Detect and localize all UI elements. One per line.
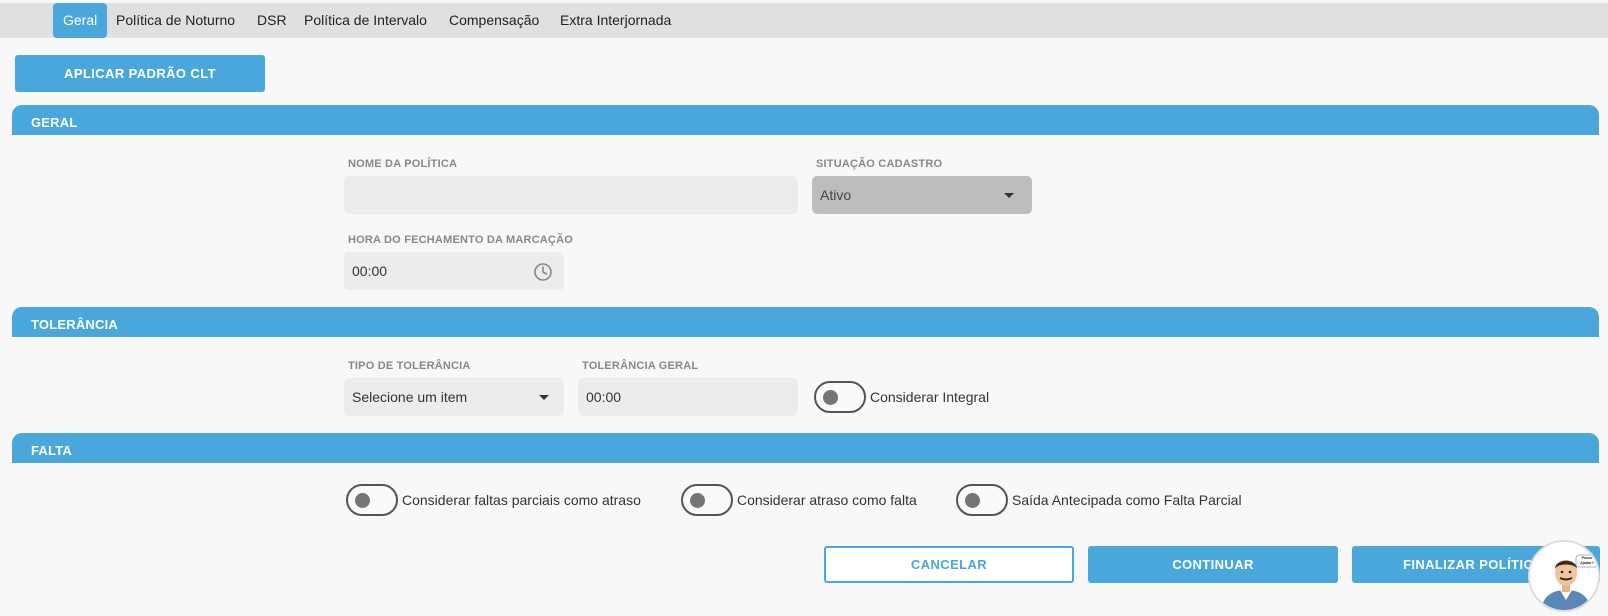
tolerance-type-value: Selecione um item — [352, 389, 468, 405]
status-label: SITUAÇÃO CADASTRO — [816, 158, 943, 170]
toggle-knob — [965, 493, 980, 508]
closing-hour-label: HORA DO FECHAMENTO DA MARCAÇÃO — [348, 234, 573, 246]
delay-as-absence-toggle[interactable] — [681, 484, 733, 516]
policy-name-label: NOME DA POLÍTICA — [348, 158, 458, 170]
consider-integral-label: Considerar Integral — [870, 389, 990, 405]
closing-hour-input[interactable]: 00:00 — [344, 252, 564, 290]
delay-as-absence-label: Considerar atraso como falta — [737, 492, 917, 508]
section-title: FALTA — [31, 443, 72, 458]
tab-bar: Geral Política de Noturno DSR Política d… — [0, 3, 1608, 38]
general-tolerance-input[interactable]: 00:00 — [578, 378, 798, 416]
general-tolerance-label: TOLERÂNCIA GERAL — [582, 360, 699, 372]
section-header-tolerancia: TOLERÂNCIA — [12, 307, 1599, 337]
assistant-illustration — [1530, 542, 1598, 610]
help-assistant-avatar[interactable]: Posso Ajudar? — [1528, 540, 1600, 612]
section-title: TOLERÂNCIA — [31, 317, 118, 332]
tab-geral[interactable]: Geral — [53, 3, 108, 38]
partial-absence-as-delay-toggle[interactable] — [346, 484, 398, 516]
status-value: Ativo — [820, 187, 852, 203]
tab-dsr[interactable]: DSR — [257, 3, 287, 38]
section-title: GERAL — [31, 115, 78, 130]
clock-icon[interactable] — [533, 262, 553, 282]
section-header-geral: GERAL — [12, 105, 1599, 135]
early-exit-partial-absence-toggle[interactable] — [956, 484, 1008, 516]
status-select[interactable]: Ativo — [812, 176, 1032, 214]
toggle-knob — [355, 493, 370, 508]
early-exit-partial-absence-label: Saída Antecipada como Falta Parcial — [1012, 492, 1242, 508]
continue-button[interactable]: CONTINUAR — [1088, 546, 1338, 583]
tab-compensacao[interactable]: Compensação — [449, 3, 539, 38]
tolerance-type-label: TIPO DE TOLERÂNCIA — [348, 360, 471, 372]
consider-integral-toggle[interactable] — [814, 381, 866, 413]
section-header-falta: FALTA — [12, 433, 1599, 463]
tab-politica-noturno[interactable]: Política de Noturno — [116, 3, 235, 38]
apply-clt-button[interactable]: APLICAR PADRÃO CLT — [15, 55, 265, 92]
closing-hour-value: 00:00 — [352, 263, 388, 279]
tolerance-type-select[interactable]: Selecione um item — [344, 378, 564, 416]
tab-politica-intervalo[interactable]: Política de Intervalo — [304, 3, 427, 38]
chevron-down-icon — [1004, 193, 1014, 198]
partial-absence-as-delay-label: Considerar faltas parciais como atraso — [402, 492, 641, 508]
assistant-bubble-text: Posso Ajudar? — [1580, 556, 1594, 565]
cancel-button[interactable]: CANCELAR — [824, 546, 1074, 583]
toggle-knob — [823, 390, 838, 405]
chevron-down-icon — [539, 395, 549, 400]
toggle-knob — [690, 493, 705, 508]
policy-name-input[interactable] — [344, 176, 798, 214]
tab-extra-interjornada[interactable]: Extra Interjornada — [560, 3, 671, 38]
